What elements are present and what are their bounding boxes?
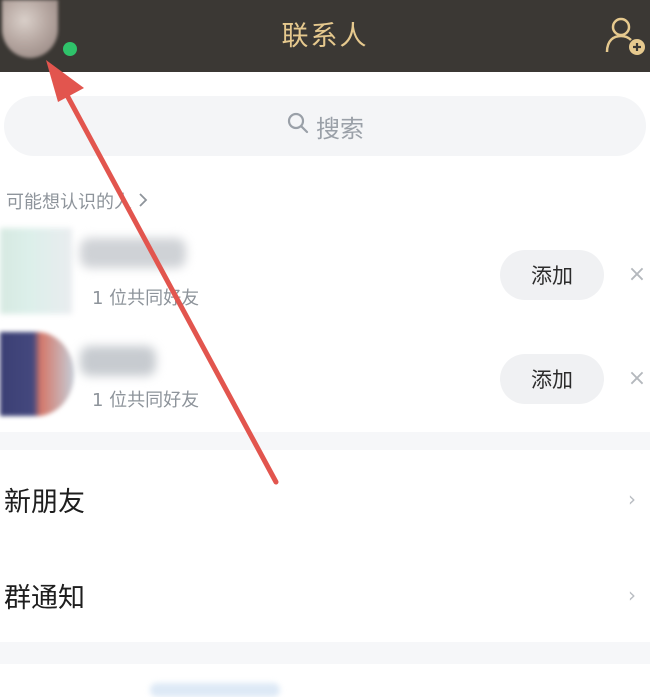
- search-icon: [286, 111, 310, 141]
- bottom-tab-hint: [150, 683, 280, 697]
- top-bar: 联系人: [0, 0, 650, 72]
- search-bar[interactable]: 搜索: [4, 96, 646, 156]
- group-notifications-label: 群通知: [4, 582, 85, 614]
- add-contact-icon[interactable]: [604, 14, 648, 58]
- avatar: [0, 228, 72, 314]
- new-friends-label: 新朋友: [4, 486, 85, 518]
- dismiss-icon[interactable]: ×: [626, 368, 648, 390]
- contact-name: [80, 346, 156, 376]
- add-button[interactable]: 添加: [500, 354, 604, 404]
- suggestions-heading[interactable]: 可能想认识的人: [6, 188, 148, 214]
- suggestions-heading-label: 可能想认识的人: [6, 192, 132, 213]
- group-notifications-item[interactable]: 群通知 ›: [0, 552, 650, 638]
- dismiss-icon[interactable]: ×: [626, 264, 648, 286]
- section-divider: [0, 642, 650, 664]
- add-button[interactable]: 添加: [500, 250, 604, 300]
- contact-name: [80, 238, 186, 268]
- search-placeholder: 搜索: [316, 114, 364, 143]
- chevron-right-icon: [138, 191, 148, 212]
- mutual-friends: 1 位共同好友: [92, 288, 200, 309]
- chevron-right-icon: ›: [628, 487, 636, 511]
- page-title: 联系人: [281, 21, 369, 52]
- avatar: [0, 332, 74, 416]
- suggestion-row[interactable]: 1 位共同好友 添加 ×: [0, 228, 650, 328]
- chevron-right-icon: ›: [628, 583, 636, 607]
- section-divider: [0, 432, 650, 450]
- mutual-friends: 1 位共同好友: [92, 390, 200, 411]
- suggestion-row[interactable]: 1 位共同好友 添加 ×: [0, 330, 650, 430]
- new-friends-item[interactable]: 新朋友 ›: [0, 456, 650, 542]
